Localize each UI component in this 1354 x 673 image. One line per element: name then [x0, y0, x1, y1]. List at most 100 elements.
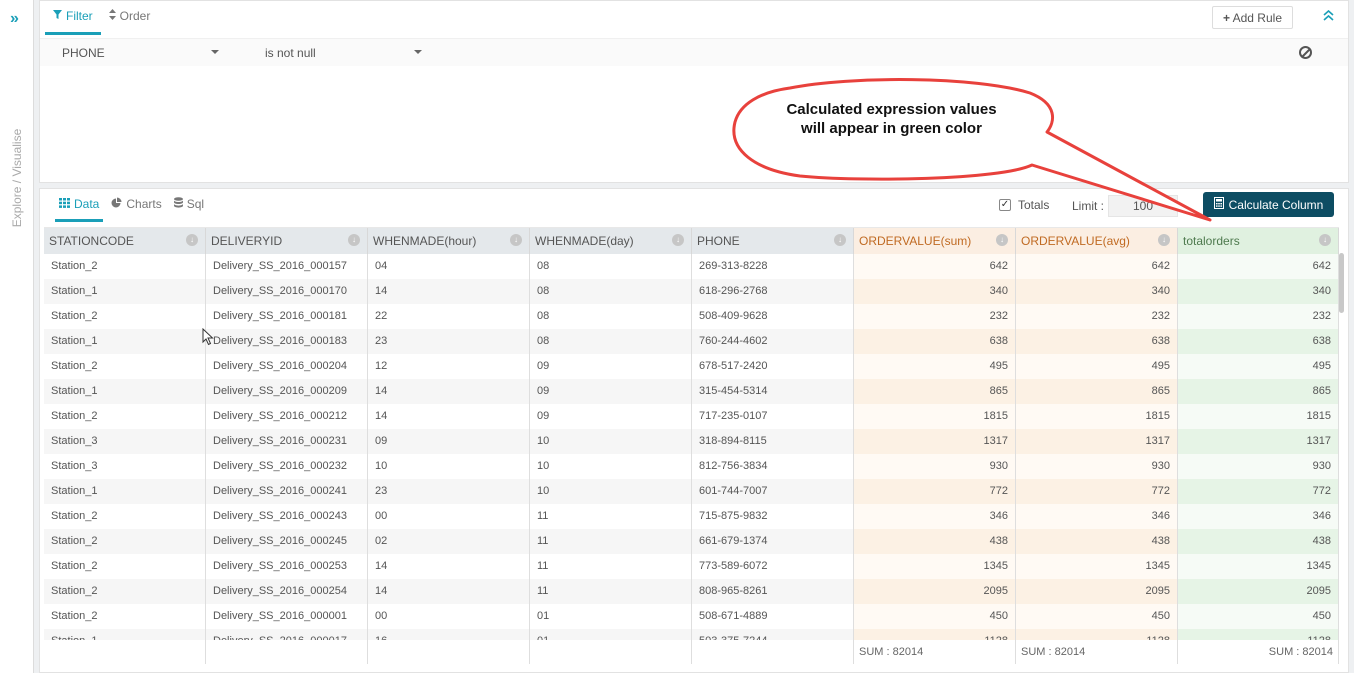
- cell-phone: 503-375-7244: [692, 629, 854, 640]
- cell-stationcode: Station_2: [44, 254, 206, 279]
- vertical-scrollbar[interactable]: [1339, 253, 1344, 313]
- sort-down-icon[interactable]: ↓: [348, 234, 360, 246]
- limit-select[interactable]: 100: [1108, 195, 1178, 217]
- sort-down-icon[interactable]: ↓: [996, 234, 1008, 246]
- cell-phone: 760-244-4602: [692, 329, 854, 354]
- table-row[interactable]: Station_2 Delivery_SS_2016_000253 14 11 773-…: [44, 554, 1339, 579]
- column-total: SUM : 82014: [1016, 640, 1178, 664]
- tab-charts[interactable]: Charts: [107, 189, 165, 222]
- empty-total-cell: [206, 640, 368, 664]
- table-row[interactable]: Station_2 Delivery_SS_2016_000157 04 08 269-…: [44, 254, 1339, 279]
- calculator-icon: [1213, 197, 1224, 212]
- cell-ordervalue-avg: 642: [1016, 254, 1178, 279]
- cell-deliveryid: Delivery_SS_2016_000204: [206, 354, 368, 379]
- cell-ordervalue-avg: 1317: [1016, 429, 1178, 454]
- grid-body: Station_2 Delivery_SS_2016_000157 04 08 269-…: [44, 254, 1339, 640]
- empty-total-cell: [530, 640, 692, 664]
- table-row[interactable]: Station_2 Delivery_SS_2016_000212 14 09 717-…: [44, 404, 1339, 429]
- cell-whenmade-hour: 22: [368, 304, 530, 329]
- table-row[interactable]: Station_2 Delivery_SS_2016_000181 22 08 508-…: [44, 304, 1339, 329]
- filter-rule: PHONE is not null: [40, 38, 1348, 66]
- table-row[interactable]: Station_2 Delivery_SS_2016_000254 14 11 808-…: [44, 579, 1339, 604]
- tab-data[interactable]: Data: [55, 189, 104, 222]
- cell-whenmade-day: 08: [530, 304, 692, 329]
- column-header-ordervalue-sum[interactable]: ORDERVALUE(sum) ↓: [854, 228, 1016, 254]
- empty-total-cell: [368, 640, 530, 664]
- cell-whenmade-day: 10: [530, 454, 692, 479]
- tab-sql[interactable]: Sql: [170, 189, 208, 222]
- table-row[interactable]: Station_2 Delivery_SS_2016_000245 02 11 661-…: [44, 529, 1339, 554]
- cell-whenmade-hour: 14: [368, 579, 530, 604]
- table-row[interactable]: Station_1Delivery_SS_2016_0000171601503-…: [44, 629, 1339, 640]
- tab-filter[interactable]: Filter: [45, 1, 101, 35]
- remove-rule-icon[interactable]: [1299, 46, 1312, 59]
- sort-down-icon[interactable]: ↓: [1158, 234, 1170, 246]
- tab-charts-label: Charts: [126, 197, 162, 211]
- totals-checkbox[interactable]: ✓: [999, 199, 1011, 211]
- tab-order[interactable]: Order: [101, 1, 159, 35]
- sort-down-icon[interactable]: ↓: [1319, 234, 1331, 246]
- column-header-stationcode[interactable]: STATIONCODE ↓: [44, 228, 206, 254]
- cell-stationcode: Station_2: [44, 504, 206, 529]
- column-header-deliveryid[interactable]: DELIVERYID ↓: [206, 228, 368, 254]
- rule-field-select[interactable]: PHONE: [62, 46, 105, 60]
- column-header-whenmade-hour[interactable]: WHENMADE(hour) ↓: [368, 228, 530, 254]
- cell-deliveryid: Delivery_SS_2016_000241: [206, 479, 368, 504]
- cell-whenmade-hour: 10: [368, 454, 530, 479]
- chevron-down-icon[interactable]: [211, 50, 219, 54]
- cell-whenmade-day: 11: [530, 529, 692, 554]
- cell-ordervalue-sum: 930: [854, 454, 1016, 479]
- cell-whenmade-hour: 12: [368, 354, 530, 379]
- sidebar-label[interactable]: Explore / Visualise: [10, 129, 24, 228]
- cell-whenmade-day: 09: [530, 404, 692, 429]
- table-row[interactable]: Station_2 Delivery_SS_2016_000243 00 11 715-…: [44, 504, 1339, 529]
- table-row[interactable]: Station_3 Delivery_SS_2016_000232 10 10 812-…: [44, 454, 1339, 479]
- cell-stationcode: Station_2: [44, 529, 206, 554]
- cell-deliveryid: Delivery_SS_2016_000183: [206, 329, 368, 354]
- column-header-phone[interactable]: PHONE ↓: [692, 228, 854, 254]
- table-row[interactable]: Station_1 Delivery_SS_2016_000241 23 10 601-…: [44, 479, 1339, 504]
- cell-ordervalue-avg: 232: [1016, 304, 1178, 329]
- cell-totalorders: 865: [1178, 379, 1339, 404]
- double-chevron-right-icon[interactable]: »: [10, 10, 19, 28]
- cell-stationcode: Station_1: [44, 629, 206, 640]
- sort-down-icon[interactable]: ↓: [834, 234, 846, 246]
- cell-whenmade-hour: 14: [368, 379, 530, 404]
- cell-ordervalue-avg: 495: [1016, 354, 1178, 379]
- cell-phone: 773-589-6072: [692, 554, 854, 579]
- sort-down-icon[interactable]: ↓: [186, 234, 198, 246]
- table-row[interactable]: Station_2 Delivery_SS_2016_000204 12 09 678-…: [44, 354, 1339, 379]
- column-header-totalorders[interactable]: totalorders ↓: [1178, 228, 1339, 254]
- table-row[interactable]: Station_1 Delivery_SS_2016_000183 23 08 760-…: [44, 329, 1339, 354]
- cell-ordervalue-avg: 2095: [1016, 579, 1178, 604]
- cell-phone: 318-894-8115: [692, 429, 854, 454]
- add-rule-button[interactable]: + Add Rule: [1211, 6, 1293, 29]
- grid-icon: [59, 197, 70, 219]
- rule-operator-select[interactable]: is not null: [265, 46, 316, 60]
- cell-whenmade-hour: 04: [368, 254, 530, 279]
- cell-totalorders: 772: [1178, 479, 1339, 504]
- cell-totalorders: 1815: [1178, 404, 1339, 429]
- chevron-down-icon[interactable]: [414, 50, 422, 54]
- data-grid: STATIONCODE ↓ DELIVERYID ↓ WHENMADE(hour) ↓ WH…: [44, 227, 1339, 664]
- collapse-up-icon[interactable]: [1323, 9, 1334, 24]
- plus-icon: +: [1222, 10, 1230, 25]
- cell-phone: 661-679-1374: [692, 529, 854, 554]
- cell-ordervalue-avg: 1345: [1016, 554, 1178, 579]
- sort-down-icon[interactable]: ↓: [672, 234, 684, 246]
- cell-phone: 508-671-4889: [692, 604, 854, 629]
- column-header-ordervalue-avg[interactable]: ORDERVALUE(avg) ↓: [1016, 228, 1178, 254]
- table-row[interactable]: Station_1 Delivery_SS_2016_000209 14 09 315-…: [44, 379, 1339, 404]
- calculate-column-button[interactable]: Calculate Column: [1203, 192, 1334, 217]
- cell-stationcode: Station_2: [44, 579, 206, 604]
- cell-whenmade-day: 09: [530, 379, 692, 404]
- column-header-whenmade-day[interactable]: WHENMADE(day) ↓: [530, 228, 692, 254]
- table-row[interactable]: Station_2 Delivery_SS_2016_000001 00 01 508-…: [44, 604, 1339, 629]
- table-row[interactable]: Station_3 Delivery_SS_2016_000231 09 10 318-…: [44, 429, 1339, 454]
- cell-stationcode: Station_2: [44, 404, 206, 429]
- table-row[interactable]: Station_1 Delivery_SS_2016_000170 14 08 618-…: [44, 279, 1339, 304]
- sort-down-icon[interactable]: ↓: [510, 234, 522, 246]
- cell-ordervalue-avg: 1815: [1016, 404, 1178, 429]
- column-header-label: totalorders: [1183, 234, 1240, 248]
- cell-phone: 315-454-5314: [692, 379, 854, 404]
